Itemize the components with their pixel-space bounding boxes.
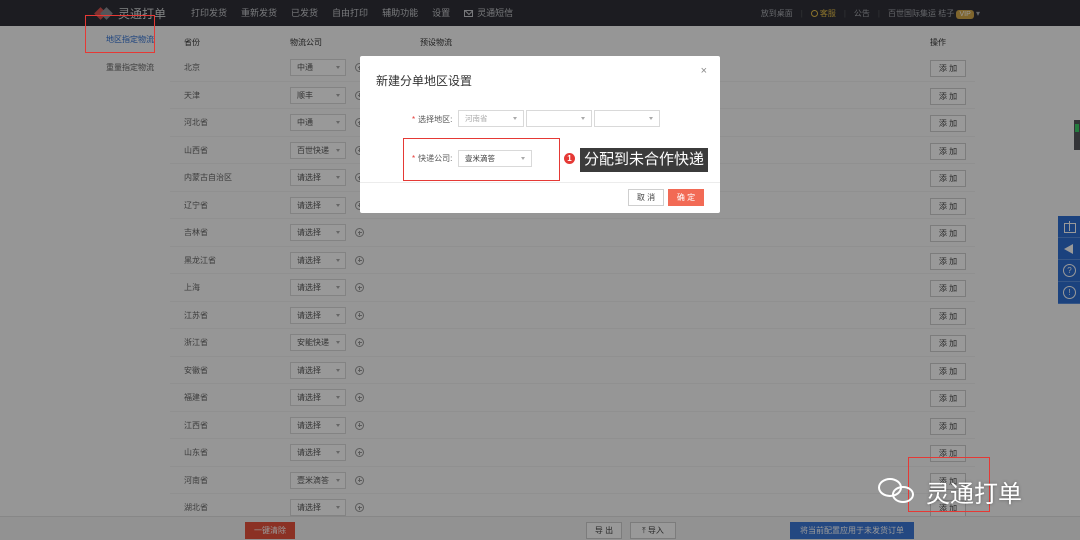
region-district-select[interactable] (594, 110, 660, 127)
region-province-select[interactable]: 河南省 (458, 110, 524, 127)
region-label: * 选择地区: (412, 115, 453, 124)
cancel-button[interactable]: 取 消 (628, 189, 664, 206)
watermark: 灵通打单 (878, 474, 1022, 509)
highlight-box (403, 138, 560, 181)
region-city-select[interactable] (526, 110, 592, 127)
highlight-box (85, 15, 155, 53)
close-icon[interactable]: × (701, 65, 707, 77)
watermark-text: 灵通打单 (926, 481, 1022, 508)
new-region-dialog: 新建分单地区设置 × * 选择地区: 河南省 * 快递公司: 壹米滴答 取 消 确 … (360, 56, 720, 213)
dialog-title: 新建分单地区设置 (376, 74, 473, 88)
annotation-label: 分配到未合作快递 (580, 148, 709, 172)
required-mark: * (412, 115, 416, 124)
dialog-footer: 取 消 确 定 (360, 182, 720, 213)
confirm-button[interactable]: 确 定 (668, 189, 704, 206)
wechat-icon (878, 476, 918, 508)
step-badge: 1 (564, 153, 575, 164)
